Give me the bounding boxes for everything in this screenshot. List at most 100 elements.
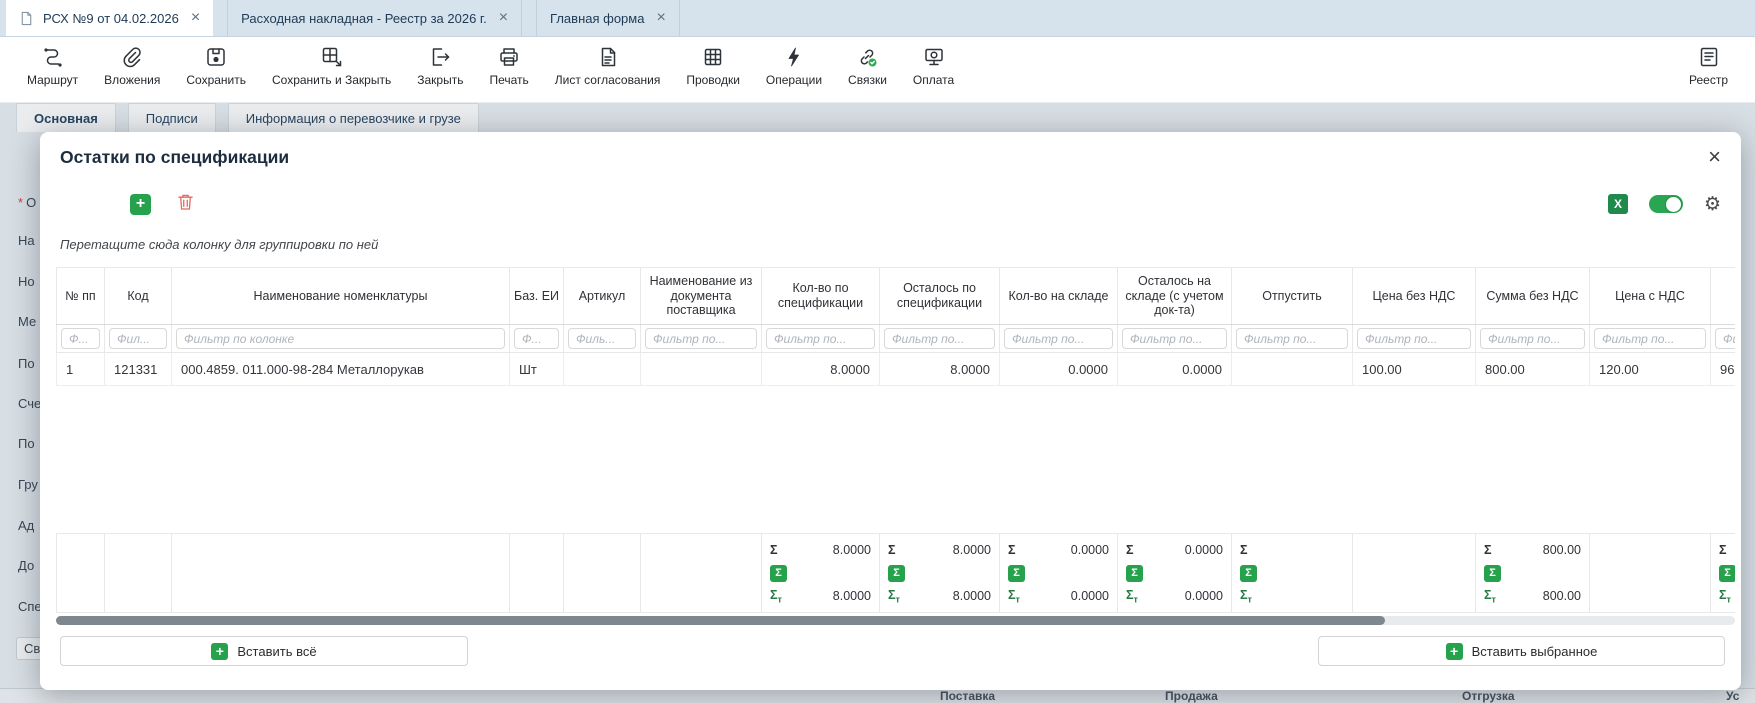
column-header[interactable]: № пп [57,268,105,325]
spec-table-container: № ппКодНаименование номенклатурыБаз. ЕИА… [56,267,1735,613]
column-header[interactable]: Наименование из документа поставщика [641,268,762,325]
footer-sum-button[interactable]: Σ [1719,565,1735,582]
column-header[interactable]: Кол-во на складе [1000,268,1118,325]
column-filter-input[interactable] [1594,328,1706,349]
gear-icon[interactable]: ⚙ [1704,195,1721,214]
settings-toggle[interactable] [1649,195,1683,213]
footer-sum-button[interactable]: Σ [888,565,905,582]
column-header[interactable]: Цена без НДС [1353,268,1476,325]
close-document-icon [428,45,452,69]
toolbar-item-save[interactable]: Сохранить [173,42,259,90]
column-filter-input[interactable] [1357,328,1471,349]
scrollbar-thumb[interactable] [56,616,1385,625]
column-filter-input[interactable] [766,328,875,349]
table-cell: Шт [510,353,564,386]
toolbar-item-save-and-close[interactable]: Сохранить и Закрыть [259,42,404,90]
operations-lightning-icon [782,45,806,69]
save-close-icon [320,45,344,69]
column-header[interactable]: Отпустить [1232,268,1353,325]
total-sum-symbol: Σт [1240,588,1252,605]
tab-close-icon[interactable]: × [499,10,508,26]
toolbar-item-label: Вложения [104,73,160,87]
toolbar-item-payment[interactable]: Оплата [900,42,967,90]
total-sum-symbol: Σт [888,588,900,605]
total-sum-value: 8.0000 [833,589,871,603]
toolbar-item-postings[interactable]: Проводки [673,42,753,90]
column-header[interactable]: Наименование номенклатуры [172,268,510,325]
toolbar-item-register[interactable]: Реестр [1676,42,1741,90]
plus-icon: + [211,643,228,660]
column-header[interactable]: Су [1711,268,1736,325]
column-header[interactable]: Код [105,268,172,325]
tab-close-icon[interactable]: × [191,10,200,26]
column-filter-input[interactable] [1236,328,1348,349]
column-filter-input[interactable] [1480,328,1585,349]
footer-sum-button[interactable]: Σ [1008,565,1025,582]
window-tab-register[interactable]: Расходная накладная - Реестр за 2026 г. … [227,0,522,36]
column-filter-input[interactable] [568,328,636,349]
delete-row-button[interactable] [175,191,196,218]
horizontal-scrollbar[interactable] [56,616,1735,625]
insert-selected-button[interactable]: + Вставить выбранное [1318,636,1725,666]
table-cell: 0.0000 [1118,353,1232,386]
toolbar-item-approval-sheet[interactable]: Лист согласования [542,42,674,90]
toolbar-item-attachments[interactable]: Вложения [91,42,173,90]
column-filter-input[interactable] [884,328,995,349]
footer-sum-button[interactable]: Σ [770,565,787,582]
document-icon [19,11,34,26]
toolbar-item-label: Связки [848,73,887,87]
column-header[interactable]: Артикул [564,268,641,325]
total-sum-symbol: Σт [1484,588,1496,605]
column-header[interactable]: Осталось по спецификации [880,268,1000,325]
column-filter-input[interactable] [1715,328,1735,349]
window-tab-bar: РСХ №9 от 04.02.2026 × Расходная накладн… [0,0,1755,37]
toolbar-item-label: Сохранить [186,73,246,87]
column-filter-input[interactable] [645,328,757,349]
toolbar-item-label: Печать [489,73,528,87]
column-filter-input[interactable] [1004,328,1113,349]
sum-symbol: Σ [1126,543,1134,557]
toolbar-item-close[interactable]: Закрыть [404,42,476,90]
column-header[interactable]: Цена с НДС [1590,268,1711,325]
dialog-close-icon[interactable]: × [1708,147,1721,167]
links-icon [855,45,879,69]
footer-sum-button[interactable]: Σ [1126,565,1143,582]
toolbar-item-print[interactable]: Печать [476,42,541,90]
column-filter-input[interactable] [514,328,559,349]
footer-sum-button[interactable]: Σ [1484,565,1501,582]
add-row-button[interactable]: + [130,194,151,215]
table-empty-area [57,386,1736,534]
footer-sum-button[interactable]: Σ [1240,565,1257,582]
window-tab-document[interactable]: РСХ №9 от 04.02.2026 × [6,0,213,36]
sum-symbol: Σ [888,543,896,557]
column-filter-input[interactable] [1122,328,1227,349]
toolbar-item-links[interactable]: Связки [835,42,900,90]
column-filter-input[interactable] [109,328,167,349]
toolbar-item-route[interactable]: Маршрут [14,42,91,90]
trash-icon [175,191,196,218]
excel-export-button[interactable]: X [1608,194,1628,214]
sum-symbol: Σ [1008,543,1016,557]
insert-all-button[interactable]: + Вставить всё [60,636,468,666]
column-header[interactable]: Осталось на складе (с учетом док-та) [1118,268,1232,325]
column-header[interactable]: Баз. ЕИ [510,268,564,325]
footer-cell: Σ800.00ΣΣт800.00 [1476,534,1590,613]
column-filter-input[interactable] [61,328,100,349]
toolbar-item-operations[interactable]: Операции [753,42,835,90]
toolbar-item-label: Проводки [686,73,740,87]
column-filter-input[interactable] [176,328,505,349]
sum-symbol: Σ [1484,543,1492,557]
footer-cell: Σ0.0000ΣΣт0.0000 [1000,534,1118,613]
toolbar-item-label: Лист согласования [555,73,661,87]
column-header[interactable]: Кол-во по спецификации [762,268,880,325]
window-tab-main-form[interactable]: Главная форма × [536,0,680,36]
document-content-area: Основная Подписи Информация о перевозчик… [0,103,1755,703]
footer-cell [1353,534,1476,613]
table-cell: 800.00 [1476,353,1590,386]
table-row[interactable]: 1121331000.4859. 011.000-98-284 Металлор… [57,353,1736,386]
table-cell: 000.4859. 011.000-98-284 Металлорукав [172,353,510,386]
application-window: РСХ №9 от 04.02.2026 × Расходная накладн… [0,0,1755,703]
tab-close-icon[interactable]: × [656,10,665,26]
toolbar-item-label: Закрыть [417,73,463,87]
column-header[interactable]: Сумма без НДС [1476,268,1590,325]
